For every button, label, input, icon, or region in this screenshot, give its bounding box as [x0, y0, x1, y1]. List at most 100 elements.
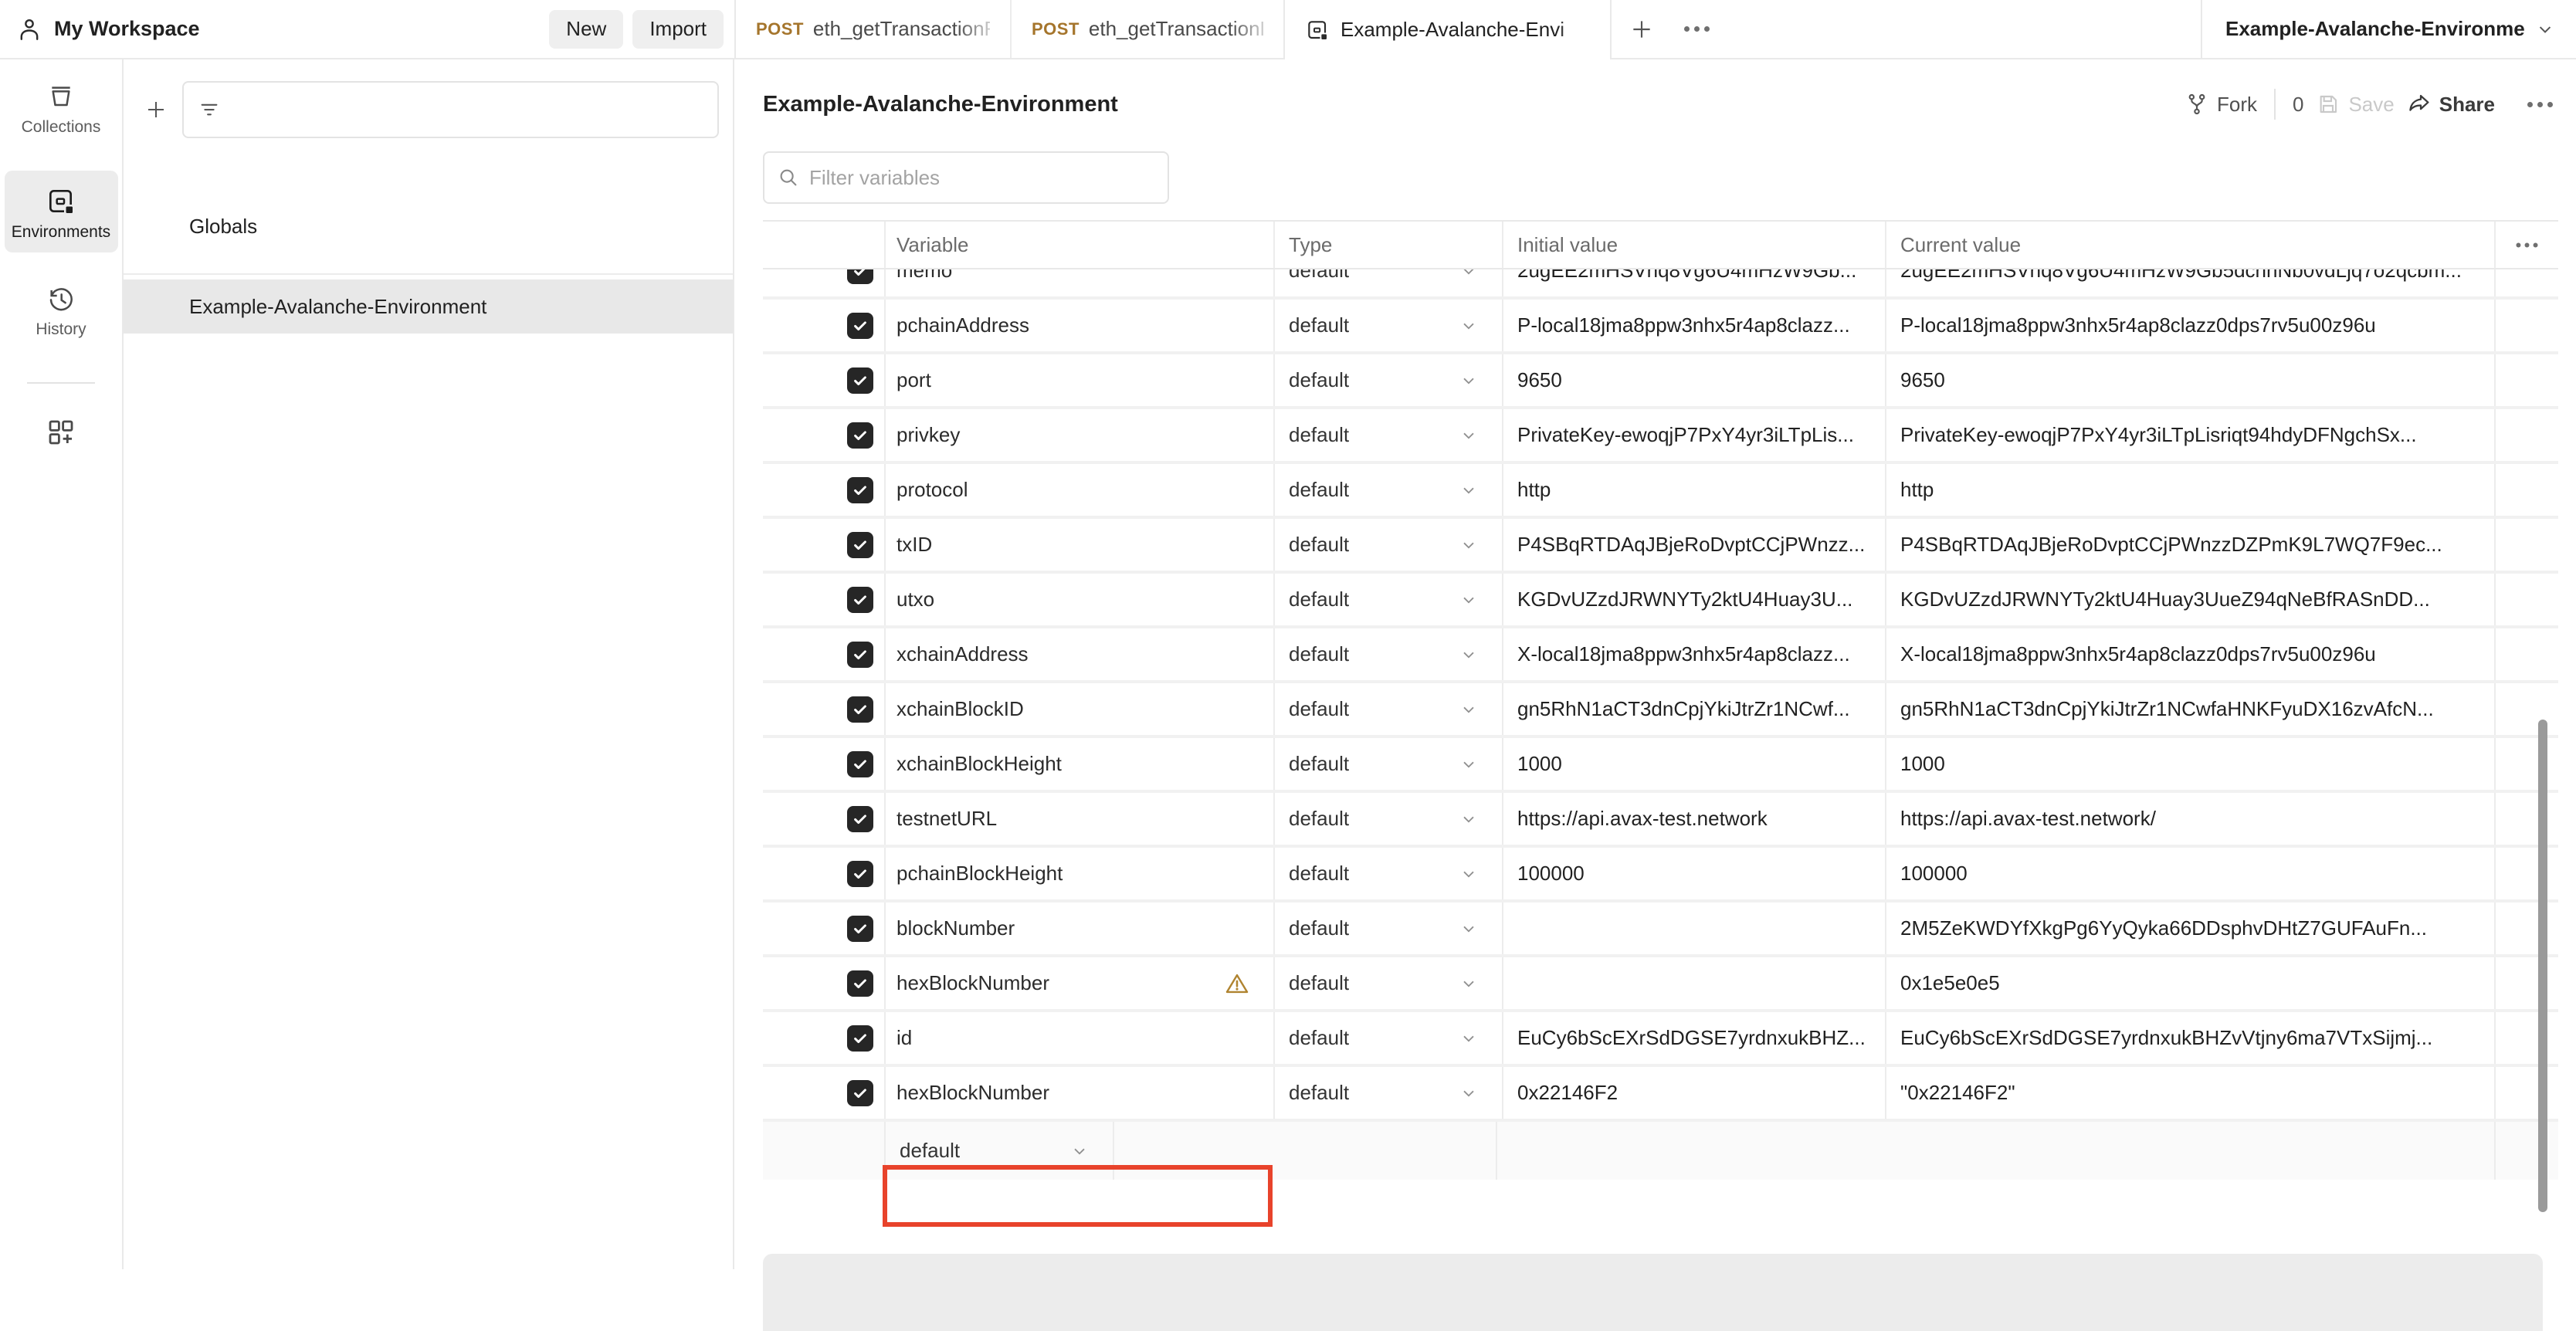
- row-checkbox[interactable]: [847, 532, 873, 558]
- type-select[interactable]: default: [1273, 1012, 1502, 1064]
- user-icon[interactable]: [15, 15, 43, 43]
- current-value-cell[interactable]: P-local18jma8ppw3nhx5r4ap8clazz0dps7rv5u…: [1885, 300, 2494, 351]
- type-select[interactable]: default: [1273, 957, 1502, 1009]
- sidebar-item-collections[interactable]: Collections: [22, 81, 101, 137]
- type-select[interactable]: default: [1273, 464, 1502, 516]
- type-select[interactable]: default: [1273, 354, 1502, 406]
- current-value-cell[interactable]: 2M5ZeKWDYfXkgPg6YyQyka66DDsphvDHtZ7GUFAu…: [1885, 903, 2494, 954]
- row-checkbox[interactable]: [847, 313, 873, 339]
- type-select[interactable]: default: [1273, 738, 1502, 790]
- row-checkbox[interactable]: [847, 367, 873, 394]
- initial-value-cell[interactable]: 1000: [1502, 738, 1885, 790]
- row-checkbox[interactable]: [847, 696, 873, 723]
- current-value-cell[interactable]: PrivateKey-ewoqjP7PxY4yr3iLTpLisriqt94hd…: [1885, 409, 2494, 461]
- current-value-cell[interactable]: "0x22146F2": [1885, 1067, 2494, 1119]
- fork-count[interactable]: 0: [2293, 93, 2303, 117]
- variable-name-cell[interactable]: memo: [884, 269, 1273, 296]
- variable-name-cell[interactable]: txID: [884, 519, 1273, 571]
- type-select[interactable]: default: [1273, 269, 1502, 296]
- initial-value-cell[interactable]: http: [1502, 464, 1885, 516]
- type-select[interactable]: default: [1273, 903, 1502, 954]
- type-select[interactable]: default: [884, 1122, 1113, 1180]
- type-select[interactable]: default: [1273, 628, 1502, 680]
- initial-value-cell[interactable]: [1502, 957, 1885, 1009]
- row-checkbox[interactable]: [847, 1080, 873, 1106]
- row-checkbox[interactable]: [847, 587, 873, 613]
- variable-name-cell[interactable]: pchainBlockHeight: [884, 848, 1273, 899]
- current-value-cell[interactable]: 9650: [1885, 354, 2494, 406]
- tab-options-icon[interactable]: [1684, 26, 1710, 32]
- initial-value-cell[interactable]: 9650: [1502, 354, 1885, 406]
- row-checkbox[interactable]: [847, 1025, 873, 1052]
- row-checkbox[interactable]: [847, 806, 873, 832]
- variable-name-cell[interactable]: xchainBlockHeight: [884, 738, 1273, 790]
- new-tab-button[interactable]: [1622, 0, 1661, 58]
- initial-value-cell[interactable]: 2ugEE2mHSVhq8Vg6U4mHzW9Gb...: [1502, 269, 1885, 296]
- environments-filter-input[interactable]: [182, 81, 719, 138]
- current-value-cell[interactable]: 100000: [1885, 848, 2494, 899]
- import-button[interactable]: Import: [632, 10, 724, 49]
- variable-name-cell[interactable]: id: [884, 1012, 1273, 1064]
- variable-name-cell[interactable]: blockNumber: [884, 903, 1273, 954]
- globals-item[interactable]: Globals: [124, 205, 733, 248]
- row-checkbox[interactable]: [847, 422, 873, 449]
- row-checkbox[interactable]: [847, 916, 873, 942]
- current-value-cell[interactable]: P4SBqRTDAqJBjeRoDvptCCjPWnzzDZPmK9L7WQ7F…: [1885, 519, 2494, 571]
- variable-name-cell[interactable]: hexBlockNumber: [884, 1067, 1273, 1119]
- type-select[interactable]: default: [1273, 683, 1502, 735]
- filter-variables-input[interactable]: [809, 166, 1155, 190]
- row-checkbox[interactable]: [847, 642, 873, 668]
- type-select[interactable]: default: [1273, 1067, 1502, 1119]
- variable-name-cell[interactable]: protocol: [884, 464, 1273, 516]
- sidebar-item-history[interactable]: History: [36, 283, 86, 339]
- variable-name-cell[interactable]: privkey: [884, 409, 1273, 461]
- bottom-panel-bar[interactable]: [763, 1254, 2543, 1331]
- type-select[interactable]: default: [1273, 848, 1502, 899]
- share-button[interactable]: Share: [2407, 92, 2495, 117]
- row-checkbox[interactable]: [847, 861, 873, 887]
- variable-name-cell[interactable]: port: [884, 354, 1273, 406]
- current-value-cell[interactable]: EuCy6bScEXrSdDGSE7yrdnxukBHZvVtjny6ma7VT…: [1885, 1012, 2494, 1064]
- initial-value-cell[interactable]: P4SBqRTDAqJBjeRoDvptCCjPWnzz...: [1502, 519, 1885, 571]
- initial-value-cell[interactable]: 0x22146F2: [1502, 1067, 1885, 1119]
- variable-name-cell[interactable]: testnetURL: [884, 793, 1273, 845]
- variable-name-cell[interactable]: hexBlockNumber: [884, 957, 1273, 1009]
- add-environment-button[interactable]: [134, 88, 178, 131]
- configure-sidebar-icon[interactable]: [45, 416, 77, 449]
- row-checkbox[interactable]: [847, 477, 873, 503]
- row-checkbox[interactable]: [847, 970, 873, 997]
- variable-name-cell[interactable]: xchainBlockID: [884, 683, 1273, 735]
- tab-eth-getTransactionReceipt[interactable]: POST eth_getTransactionRece: [736, 0, 1012, 58]
- vertical-scrollbar[interactable]: [2538, 720, 2547, 1212]
- initial-value-cell[interactable]: gn5RhN1aCT3dnCpjYkiJtrZr1NCwf...: [1502, 683, 1885, 735]
- current-value-cell[interactable]: 2ugEE2mHSVhq8Vg6U4mHzW9Gb5dchhNb0vdLjq7o…: [1885, 269, 2494, 296]
- initial-value-cell[interactable]: X-local18jma8ppw3nhx5r4ap8clazz...: [1502, 628, 1885, 680]
- fork-button[interactable]: Fork: [2185, 92, 2257, 117]
- tab-eth-getTransactionByHash[interactable]: POST eth_getTransactionByHa: [1012, 0, 1283, 58]
- type-select[interactable]: default: [1273, 793, 1502, 845]
- more-options-icon[interactable]: [2527, 102, 2553, 107]
- variable-name-cell[interactable]: xchainAddress: [884, 628, 1273, 680]
- initial-value-cell[interactable]: [1113, 1122, 1496, 1180]
- environment-item-selected[interactable]: Example-Avalanche-Environment: [124, 279, 733, 334]
- type-select[interactable]: default: [1273, 519, 1502, 571]
- initial-value-cell[interactable]: EuCy6bScEXrSdDGSE7yrdnxukBHZ...: [1502, 1012, 1885, 1064]
- current-value-cell[interactable]: 0x1e5e0e5: [1885, 957, 2494, 1009]
- type-select[interactable]: default: [1273, 574, 1502, 625]
- initial-value-cell[interactable]: [1502, 903, 1885, 954]
- variable-name-cell[interactable]: utxo: [884, 574, 1273, 625]
- current-value-cell[interactable]: 1000: [1885, 738, 2494, 790]
- type-select[interactable]: default: [1273, 409, 1502, 461]
- current-value-cell[interactable]: gn5RhN1aCT3dnCpjYkiJtrZr1NCwfaHNKFyuDX16…: [1885, 683, 2494, 735]
- initial-value-cell[interactable]: P-local18jma8ppw3nhx5r4ap8clazz...: [1502, 300, 1885, 351]
- tab-environment-active[interactable]: Example-Avalanche-Envi: [1283, 0, 1612, 59]
- current-value-cell[interactable]: http: [1885, 464, 2494, 516]
- initial-value-cell[interactable]: https://api.avax-test.network: [1502, 793, 1885, 845]
- environment-selector[interactable]: Example-Avalanche-Environme: [2201, 0, 2576, 58]
- new-button[interactable]: New: [549, 10, 623, 49]
- row-checkbox[interactable]: [847, 751, 873, 777]
- sidebar-item-environments[interactable]: Environments: [5, 171, 118, 252]
- current-value-cell[interactable]: https://api.avax-test.network/: [1885, 793, 2494, 845]
- current-value-cell[interactable]: KGDvUZzdJRWNYTy2ktU4Huay3UueZ94qNeBfRASn…: [1885, 574, 2494, 625]
- current-value-cell[interactable]: X-local18jma8ppw3nhx5r4ap8clazz0dps7rv5u…: [1885, 628, 2494, 680]
